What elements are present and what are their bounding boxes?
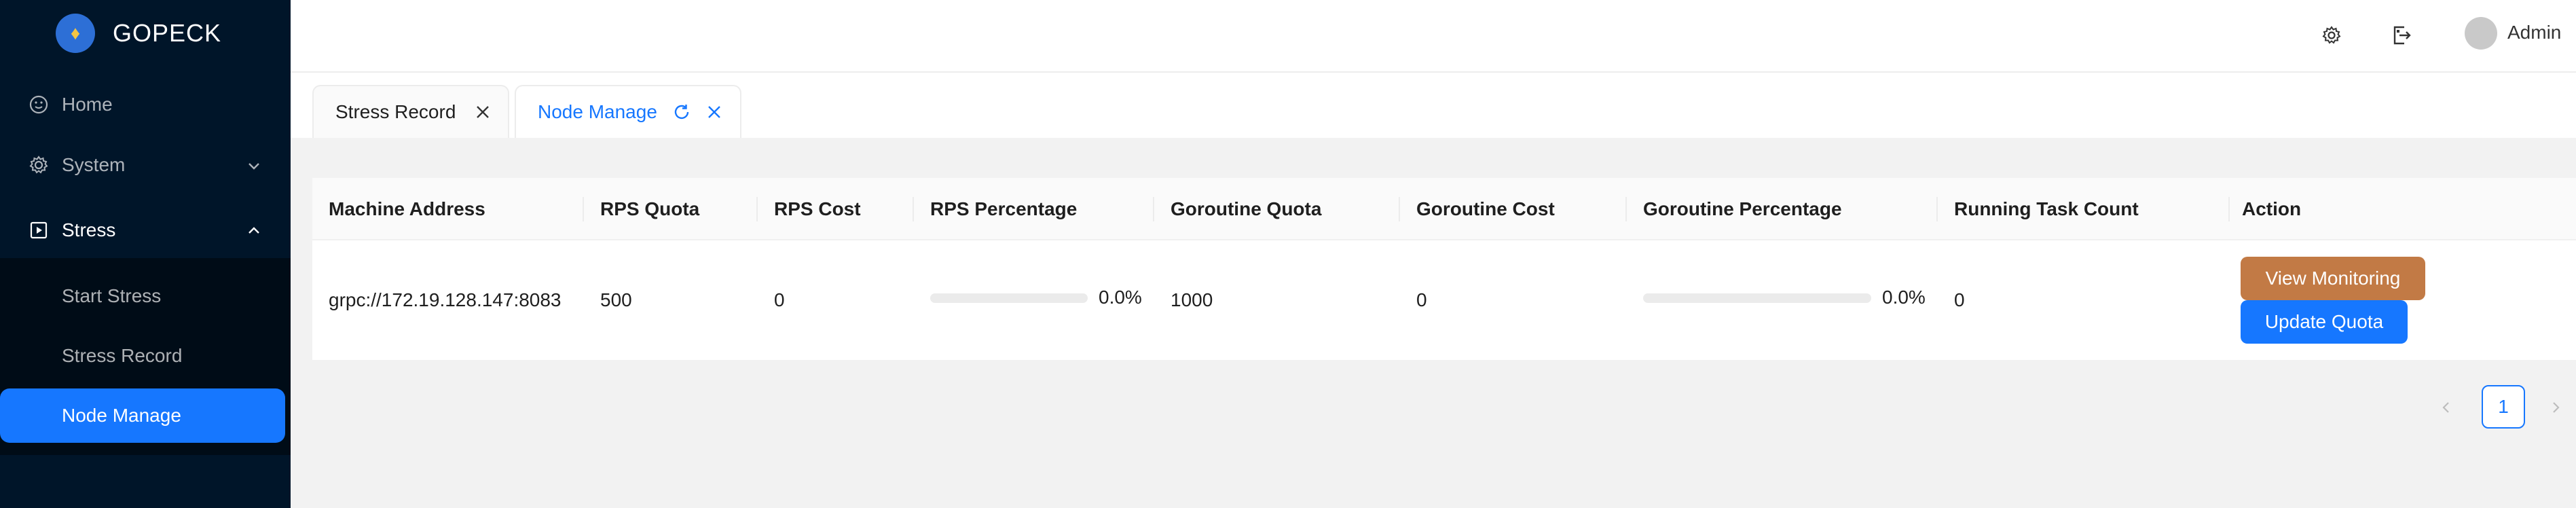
- sidebar-item-label: Node Manage: [62, 405, 181, 426]
- goroutine-progress-bar: [1643, 293, 1871, 303]
- column-header: Machine Address: [329, 198, 485, 219]
- top-header: [291, 0, 2576, 73]
- column-header: RPS Cost: [774, 198, 861, 219]
- node-table: Machine Address RPS Quota RPS Cost RPS P…: [312, 178, 2576, 360]
- logo-icon: ♦: [56, 14, 95, 53]
- export-icon[interactable]: [2387, 20, 2416, 50]
- view-monitoring-label: View Monitoring: [2265, 268, 2401, 289]
- update-quota-button[interactable]: Update Quota: [2241, 300, 2408, 344]
- rps-percentage: 0.0%: [1099, 287, 1142, 308]
- column-header: Goroutine Percentage: [1643, 198, 1842, 219]
- tab-node-manage[interactable]: Node Manage: [515, 85, 741, 138]
- goroutine-percentage: 0.0%: [1882, 287, 1926, 308]
- sidebar-item-label: Start Stress: [62, 285, 162, 306]
- table-header: Machine Address RPS Quota RPS Cost RPS P…: [312, 178, 2576, 240]
- sidebar: ♦ GOPECK Home System Stress Start Stress…: [0, 0, 291, 508]
- column-header: Running Task Count: [1954, 198, 2139, 219]
- column-header: RPS Percentage: [930, 198, 1078, 219]
- close-icon[interactable]: [705, 103, 724, 122]
- column-header: Goroutine Cost: [1416, 198, 1555, 219]
- chevron-up-icon: [246, 222, 262, 238]
- sidebar-item-home[interactable]: Home: [0, 77, 291, 132]
- reload-icon[interactable]: [672, 103, 691, 122]
- sidebar-item-label: System: [62, 154, 126, 175]
- rps-quota: 500: [600, 289, 632, 310]
- goroutine-quota: 1000: [1171, 289, 1213, 310]
- tab-bar: Stress Record Node Manage: [291, 73, 2576, 138]
- gear-icon: [29, 155, 49, 175]
- chevron-down-icon: [246, 157, 262, 173]
- update-quota-label: Update Quota: [2264, 311, 2384, 332]
- column-header: RPS Quota: [600, 198, 700, 219]
- page-number: 1: [2498, 396, 2509, 417]
- avatar[interactable]: [2465, 17, 2497, 50]
- tab-stress-record[interactable]: Stress Record: [312, 85, 509, 138]
- rps-cost: 0: [774, 289, 785, 310]
- sidebar-item-stress-record[interactable]: Stress Record: [0, 329, 291, 383]
- running-task-count: 0: [1954, 289, 1965, 310]
- app-logo[interactable]: ♦ GOPECK: [56, 13, 221, 54]
- user-name[interactable]: Admin: [2507, 22, 2561, 43]
- prev-page-icon[interactable]: [2433, 394, 2460, 421]
- sidebar-item-label: Stress Record: [62, 345, 183, 366]
- tab-label: Stress Record: [335, 101, 456, 122]
- sidebar-item-stress[interactable]: Stress: [0, 203, 291, 257]
- view-monitoring-button[interactable]: View Monitoring: [2241, 257, 2425, 300]
- sidebar-item-start-stress[interactable]: Start Stress: [0, 269, 291, 323]
- sidebar-item-label: Stress: [62, 219, 116, 240]
- column-header: Goroutine Quota: [1171, 198, 1322, 219]
- gear-icon[interactable]: [2317, 20, 2347, 50]
- next-page-icon[interactable]: [2542, 394, 2569, 421]
- app-name: GOPECK: [113, 19, 222, 47]
- sidebar-item-label: Home: [62, 94, 113, 115]
- sidebar-item-system[interactable]: System: [0, 138, 291, 192]
- tab-label: Node Manage: [538, 101, 657, 122]
- machine-address: grpc://172.19.128.147:8083: [329, 289, 562, 310]
- goroutine-cost: 0: [1416, 289, 1427, 310]
- smile-icon: [29, 94, 49, 115]
- rps-progress-bar: [930, 293, 1088, 303]
- play-square-icon: [29, 220, 49, 240]
- close-icon[interactable]: [473, 103, 492, 122]
- sidebar-item-node-manage[interactable]: Node Manage: [0, 388, 285, 443]
- page-number-button[interactable]: 1: [2482, 385, 2525, 429]
- column-header: Action: [2242, 198, 2302, 219]
